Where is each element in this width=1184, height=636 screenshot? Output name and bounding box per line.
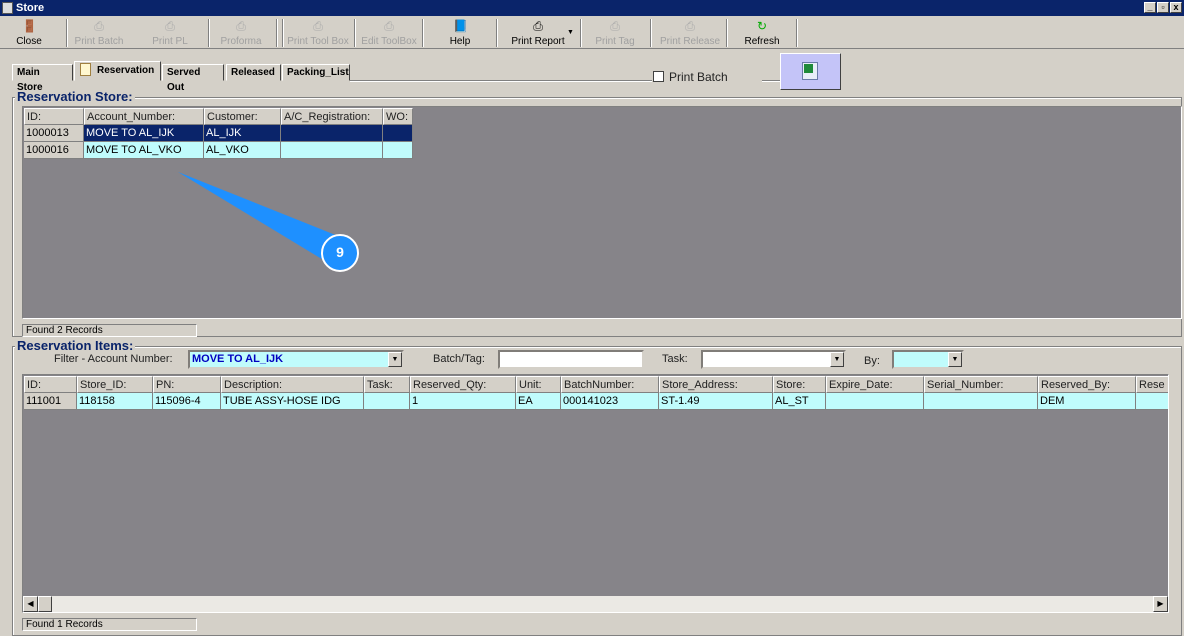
scroll-thumb[interactable] — [38, 596, 52, 612]
filter-label: Filter - Account Number: — [54, 353, 173, 365]
chevron-down-icon[interactable]: ▼ — [948, 352, 962, 367]
reservation-items-grid[interactable]: ID: Store_ID: PN: Description: Task: Reserved… — [22, 374, 1169, 613]
notepad-icon — [80, 63, 91, 76]
scroll-left-icon[interactable]: ◀ — [23, 596, 38, 612]
column-header[interactable]: Task: — [364, 376, 410, 393]
table-cell[interactable]: 1 — [410, 393, 516, 410]
table-cell[interactable]: 118158 — [77, 393, 153, 410]
tab-packing-list[interactable]: Packing_List — [282, 64, 350, 81]
column-header[interactable]: Store: — [773, 376, 826, 393]
column-header[interactable]: Store_ID: — [77, 376, 153, 393]
callout-number: 9 — [336, 244, 344, 260]
batch-tag-input[interactable] — [498, 350, 644, 369]
table-cell[interactable] — [364, 393, 410, 410]
column-header[interactable]: BatchNumber: — [561, 376, 659, 393]
column-header[interactable]: Serial_Number: — [924, 376, 1038, 393]
table-cell[interactable]: AL_ST — [773, 393, 826, 410]
filter-value: MOVE TO AL_IJK — [192, 353, 284, 365]
table-cell[interactable]: TUBE ASSY-HOSE IDG — [221, 393, 364, 410]
table-cell[interactable]: ST-1.49 — [659, 393, 773, 410]
row-id-cell[interactable]: 111001 — [24, 393, 77, 410]
account-number-filter[interactable]: MOVE TO AL_IJK ▼ — [188, 350, 404, 369]
table-cell[interactable]: EA — [516, 393, 561, 410]
column-header[interactable]: Expire_Date: — [826, 376, 924, 393]
column-header[interactable]: Reserved_Qty: — [410, 376, 516, 393]
chevron-down-icon[interactable]: ▼ — [388, 352, 402, 367]
items-status: Found 1 Records — [22, 618, 197, 631]
tab-released[interactable]: Released — [226, 64, 281, 81]
table-cell[interactable]: 000141023 — [561, 393, 659, 410]
by-label: By: — [864, 355, 880, 367]
column-header[interactable]: PN: — [153, 376, 221, 393]
scroll-right-icon[interactable]: ▶ — [1153, 596, 1168, 612]
table-cell[interactable] — [924, 393, 1038, 410]
table-cell[interactable]: 115096-4 — [153, 393, 221, 410]
tab-main-store[interactable]: Main Store — [12, 64, 73, 93]
column-header[interactable]: Description: — [221, 376, 364, 393]
reservation-items-title: Reservation Items: — [15, 338, 136, 353]
table-cell[interactable]: DEM — [1038, 393, 1136, 410]
column-header[interactable]: ID: — [24, 376, 77, 393]
column-header[interactable]: Unit: — [516, 376, 561, 393]
chevron-down-icon[interactable]: ▼ — [830, 352, 844, 367]
task-select[interactable]: ▼ — [701, 350, 846, 369]
column-header[interactable]: Rese — [1136, 376, 1168, 393]
by-select[interactable]: ▼ — [892, 350, 964, 369]
batch-tag-label: Batch/Tag: — [433, 353, 485, 365]
task-label: Task: — [662, 353, 688, 365]
column-header[interactable]: Reserved_By: — [1038, 376, 1136, 393]
table-cell[interactable] — [826, 393, 924, 410]
horizontal-scrollbar[interactable]: ◀ ▶ — [23, 596, 1168, 612]
column-header[interactable]: Store_Address: — [659, 376, 773, 393]
table-cell[interactable] — [1136, 393, 1168, 410]
tab-served-out[interactable]: Served Out — [162, 64, 224, 93]
